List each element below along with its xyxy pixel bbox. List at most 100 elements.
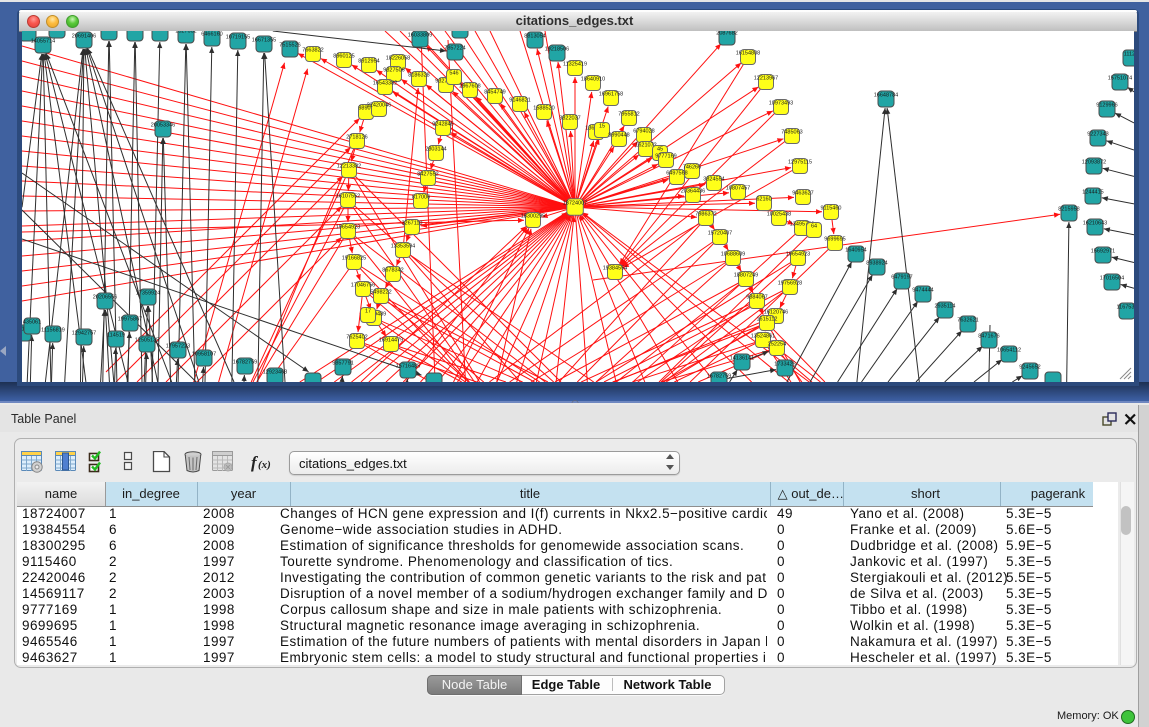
- svg-text:1615112: 1615112: [756, 317, 777, 323]
- svg-text:16671355: 16671355: [252, 38, 276, 44]
- svg-text:11121: 11121: [1124, 52, 1138, 58]
- svg-text:9115460: 9115460: [820, 206, 841, 212]
- svg-text:9777169: 9777169: [655, 154, 676, 160]
- svg-text:1733426: 1733426: [774, 362, 795, 368]
- svg-text:10655267: 10655267: [148, 27, 172, 33]
- svg-text:8471676: 8471676: [978, 334, 999, 340]
- svg-text:9146821: 9146821: [509, 98, 530, 104]
- svg-text:10807457: 10807457: [726, 186, 750, 192]
- svg-text:6497568: 6497568: [666, 171, 687, 177]
- svg-text:9227343: 9227343: [1087, 132, 1108, 138]
- svg-text:16154808: 16154808: [736, 51, 760, 57]
- svg-text:16648784: 16648784: [874, 93, 898, 99]
- svg-text:8678342: 8678342: [382, 268, 403, 274]
- svg-text:12093872: 12093872: [1082, 160, 1106, 166]
- svg-text:20364436: 20364436: [681, 189, 705, 195]
- svg-text:9857791: 9857791: [332, 361, 353, 367]
- svg-text:19654923: 19654923: [786, 252, 810, 258]
- svg-text:19975867: 19975867: [118, 317, 142, 323]
- svg-text:15751074: 15751074: [1108, 76, 1132, 82]
- svg-text:10973493: 10973493: [769, 101, 793, 107]
- svg-text:12505135: 12505135: [135, 338, 159, 344]
- svg-text:10025438: 10025438: [767, 212, 791, 218]
- svg-text:252254: 252254: [768, 342, 786, 348]
- svg-text:20691406: 20691406: [72, 34, 96, 40]
- svg-text:15716485: 15716485: [396, 364, 420, 370]
- svg-text:114519: 114519: [107, 333, 125, 339]
- svg-text:16033809: 16033809: [408, 33, 432, 39]
- svg-text:11325419: 11325419: [563, 62, 587, 68]
- svg-text:10719155: 10719155: [226, 35, 250, 41]
- svg-text:12942757: 12942757: [72, 331, 96, 337]
- svg-text:62160: 62160: [756, 197, 771, 203]
- svg-text:7663822: 7663822: [302, 48, 323, 54]
- svg-text:1527602: 1527602: [175, 29, 196, 35]
- svg-text:12213382: 12213382: [337, 164, 361, 170]
- svg-text:11156819: 11156819: [41, 328, 65, 334]
- svg-text:13353594: 13353594: [391, 244, 415, 250]
- svg-text:3267110: 3267110: [401, 221, 422, 227]
- svg-text:8215958: 8215958: [1058, 207, 1079, 213]
- svg-text:546: 546: [449, 71, 458, 77]
- svg-text:6794028: 6794028: [633, 129, 654, 135]
- svg-text:17016504: 17016504: [1100, 276, 1124, 282]
- svg-text:2718126: 2718126: [346, 135, 367, 141]
- svg-text:18226058: 18226058: [386, 56, 410, 62]
- svg-text:8912954: 8912954: [358, 59, 379, 65]
- svg-text:12923468: 12923468: [263, 370, 287, 376]
- svg-text:1640954: 1640954: [845, 248, 866, 254]
- svg-text:14136141: 14136141: [730, 356, 754, 362]
- svg-text:13524861: 13524861: [751, 334, 775, 340]
- svg-text:16914479: 16914479: [379, 338, 403, 344]
- svg-text:7485063: 7485063: [781, 130, 802, 136]
- svg-text:18724007: 18724007: [563, 201, 587, 207]
- svg-text:15720407: 15720407: [708, 231, 732, 237]
- svg-text:9884067: 9884067: [746, 295, 767, 301]
- svg-text:16210643: 16210643: [1083, 221, 1107, 227]
- svg-text:2935114: 2935114: [934, 304, 955, 310]
- svg-text:7515526: 7515526: [279, 43, 300, 49]
- svg-text:7986372: 7986372: [695, 212, 716, 218]
- svg-text:19654923: 19654923: [336, 225, 360, 231]
- svg-text:17046756: 17046756: [351, 283, 375, 289]
- svg-text:15692971: 15692971: [1091, 249, 1115, 255]
- svg-text:9463627: 9463627: [792, 191, 813, 197]
- svg-text:1588520: 1588520: [533, 106, 554, 112]
- svg-text:8454749: 8454749: [484, 90, 505, 96]
- svg-text:16107552: 16107552: [336, 194, 360, 200]
- svg-text:17957223: 17957223: [166, 344, 190, 350]
- svg-text:2967608: 2967608: [459, 84, 480, 90]
- svg-text:435061: 435061: [23, 320, 41, 326]
- svg-text:19756928: 19756928: [778, 281, 802, 287]
- svg-text:64: 64: [811, 224, 817, 230]
- svg-text:20053346: 20053346: [151, 123, 175, 129]
- svg-text:17: 17: [365, 309, 371, 315]
- svg-text:7857224: 7857224: [444, 46, 465, 52]
- svg-text:8813054: 8813054: [524, 34, 545, 40]
- svg-text:20206556: 20206556: [93, 295, 117, 301]
- svg-text:9474444: 9474444: [912, 288, 933, 294]
- svg-text:16782759: 16782759: [233, 360, 257, 366]
- svg-text:6466160: 6466160: [201, 32, 222, 38]
- svg-text:9827506: 9827506: [383, 68, 404, 74]
- svg-text:16782759: 16782759: [707, 374, 731, 380]
- svg-text:7632621: 7632621: [957, 318, 978, 324]
- svg-text:15: 15: [599, 124, 605, 130]
- svg-text:19218506: 19218506: [545, 47, 569, 53]
- svg-text:10654112: 10654112: [997, 348, 1021, 354]
- svg-text:2087682: 2087682: [716, 31, 737, 37]
- svg-text:7625402: 7625402: [346, 335, 367, 341]
- svg-text:19384554: 19384554: [603, 266, 627, 272]
- svg-text:9699695: 9699695: [824, 237, 845, 243]
- svg-text:7955812: 7955812: [618, 112, 639, 118]
- svg-text:5498222: 5498222: [370, 290, 391, 296]
- svg-text:8960125: 8960125: [333, 54, 354, 60]
- svg-text:8186328: 8186328: [408, 73, 429, 79]
- svg-text:1244415: 1244415: [1082, 190, 1103, 196]
- svg-text:22420046: 22420046: [367, 103, 391, 109]
- svg-text:817006: 817006: [412, 195, 430, 201]
- svg-text:19166825: 19166825: [342, 256, 366, 262]
- svg-text:8990448: 8990448: [608, 133, 629, 139]
- svg-text:12213967: 12213967: [754, 76, 778, 82]
- svg-text:8938924: 8938924: [866, 261, 887, 267]
